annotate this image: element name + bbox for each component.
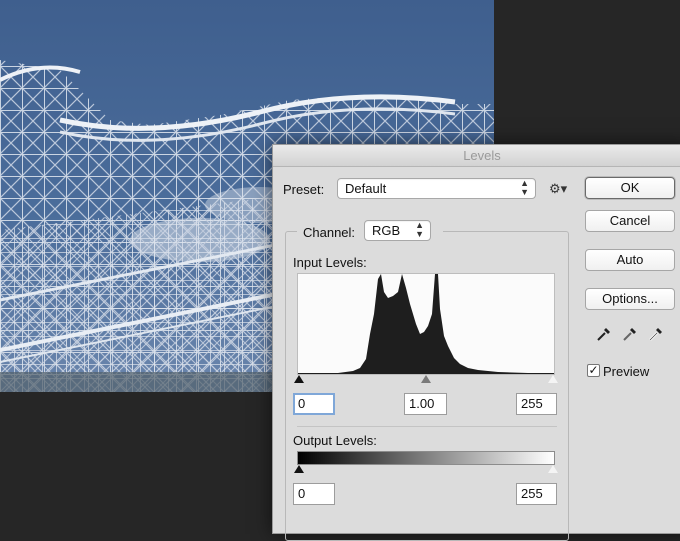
black-point-eyedropper-icon[interactable]	[595, 325, 613, 343]
input-gamma-field[interactable]: 1.00	[404, 393, 447, 415]
levels-dialog: Levels Preset: Default ▲ ▼ ⚙▾ OK Cancel A…	[272, 144, 680, 541]
input-black-slider[interactable]	[294, 375, 304, 383]
channel-value: RGB	[372, 223, 401, 238]
preset-select[interactable]: Default ▲ ▼	[337, 178, 536, 199]
document-canvas: Levels Preset: Default ▲ ▼ ⚙▾ OK Cancel A…	[0, 0, 680, 541]
gear-icon[interactable]: ⚙▾	[549, 181, 567, 197]
preset-label: Preset:	[283, 182, 325, 197]
output-white-slider[interactable]	[548, 465, 558, 473]
preview-checkbox[interactable]: ✓	[587, 364, 600, 377]
white-point-eyedropper-icon[interactable]	[647, 325, 665, 343]
channel-select[interactable]: RGB ▲ ▼	[364, 220, 431, 241]
auto-button[interactable]: Auto	[585, 249, 675, 271]
preset-value: Default	[345, 181, 387, 196]
output-white-field[interactable]: 255	[516, 483, 557, 505]
group-divider	[297, 426, 557, 427]
output-black-slider[interactable]	[294, 465, 304, 473]
select-arrows-icon: ▲ ▼	[415, 220, 424, 239]
cancel-button[interactable]: Cancel	[585, 210, 675, 232]
gray-point-eyedropper-icon[interactable]	[621, 325, 639, 343]
output-gradient-bar	[297, 451, 555, 465]
histogram-graph	[298, 274, 554, 374]
input-white-field[interactable]: 255	[516, 393, 557, 415]
input-levels-label: Input Levels:	[293, 255, 367, 270]
histogram	[297, 273, 555, 375]
output-levels-label: Output Levels:	[293, 433, 377, 448]
ok-button[interactable]: OK	[585, 177, 675, 199]
dialog-title: Levels	[273, 145, 680, 167]
input-white-slider[interactable]	[548, 375, 558, 383]
input-black-field[interactable]: 0	[293, 393, 335, 415]
options-button[interactable]: Options...	[585, 288, 675, 310]
preview-label: Preview	[603, 364, 650, 379]
channel-label: Channel:	[303, 225, 356, 240]
output-black-field[interactable]: 0	[293, 483, 335, 505]
select-arrows-icon: ▲ ▼	[520, 178, 529, 197]
input-gray-slider[interactable]	[421, 375, 431, 383]
